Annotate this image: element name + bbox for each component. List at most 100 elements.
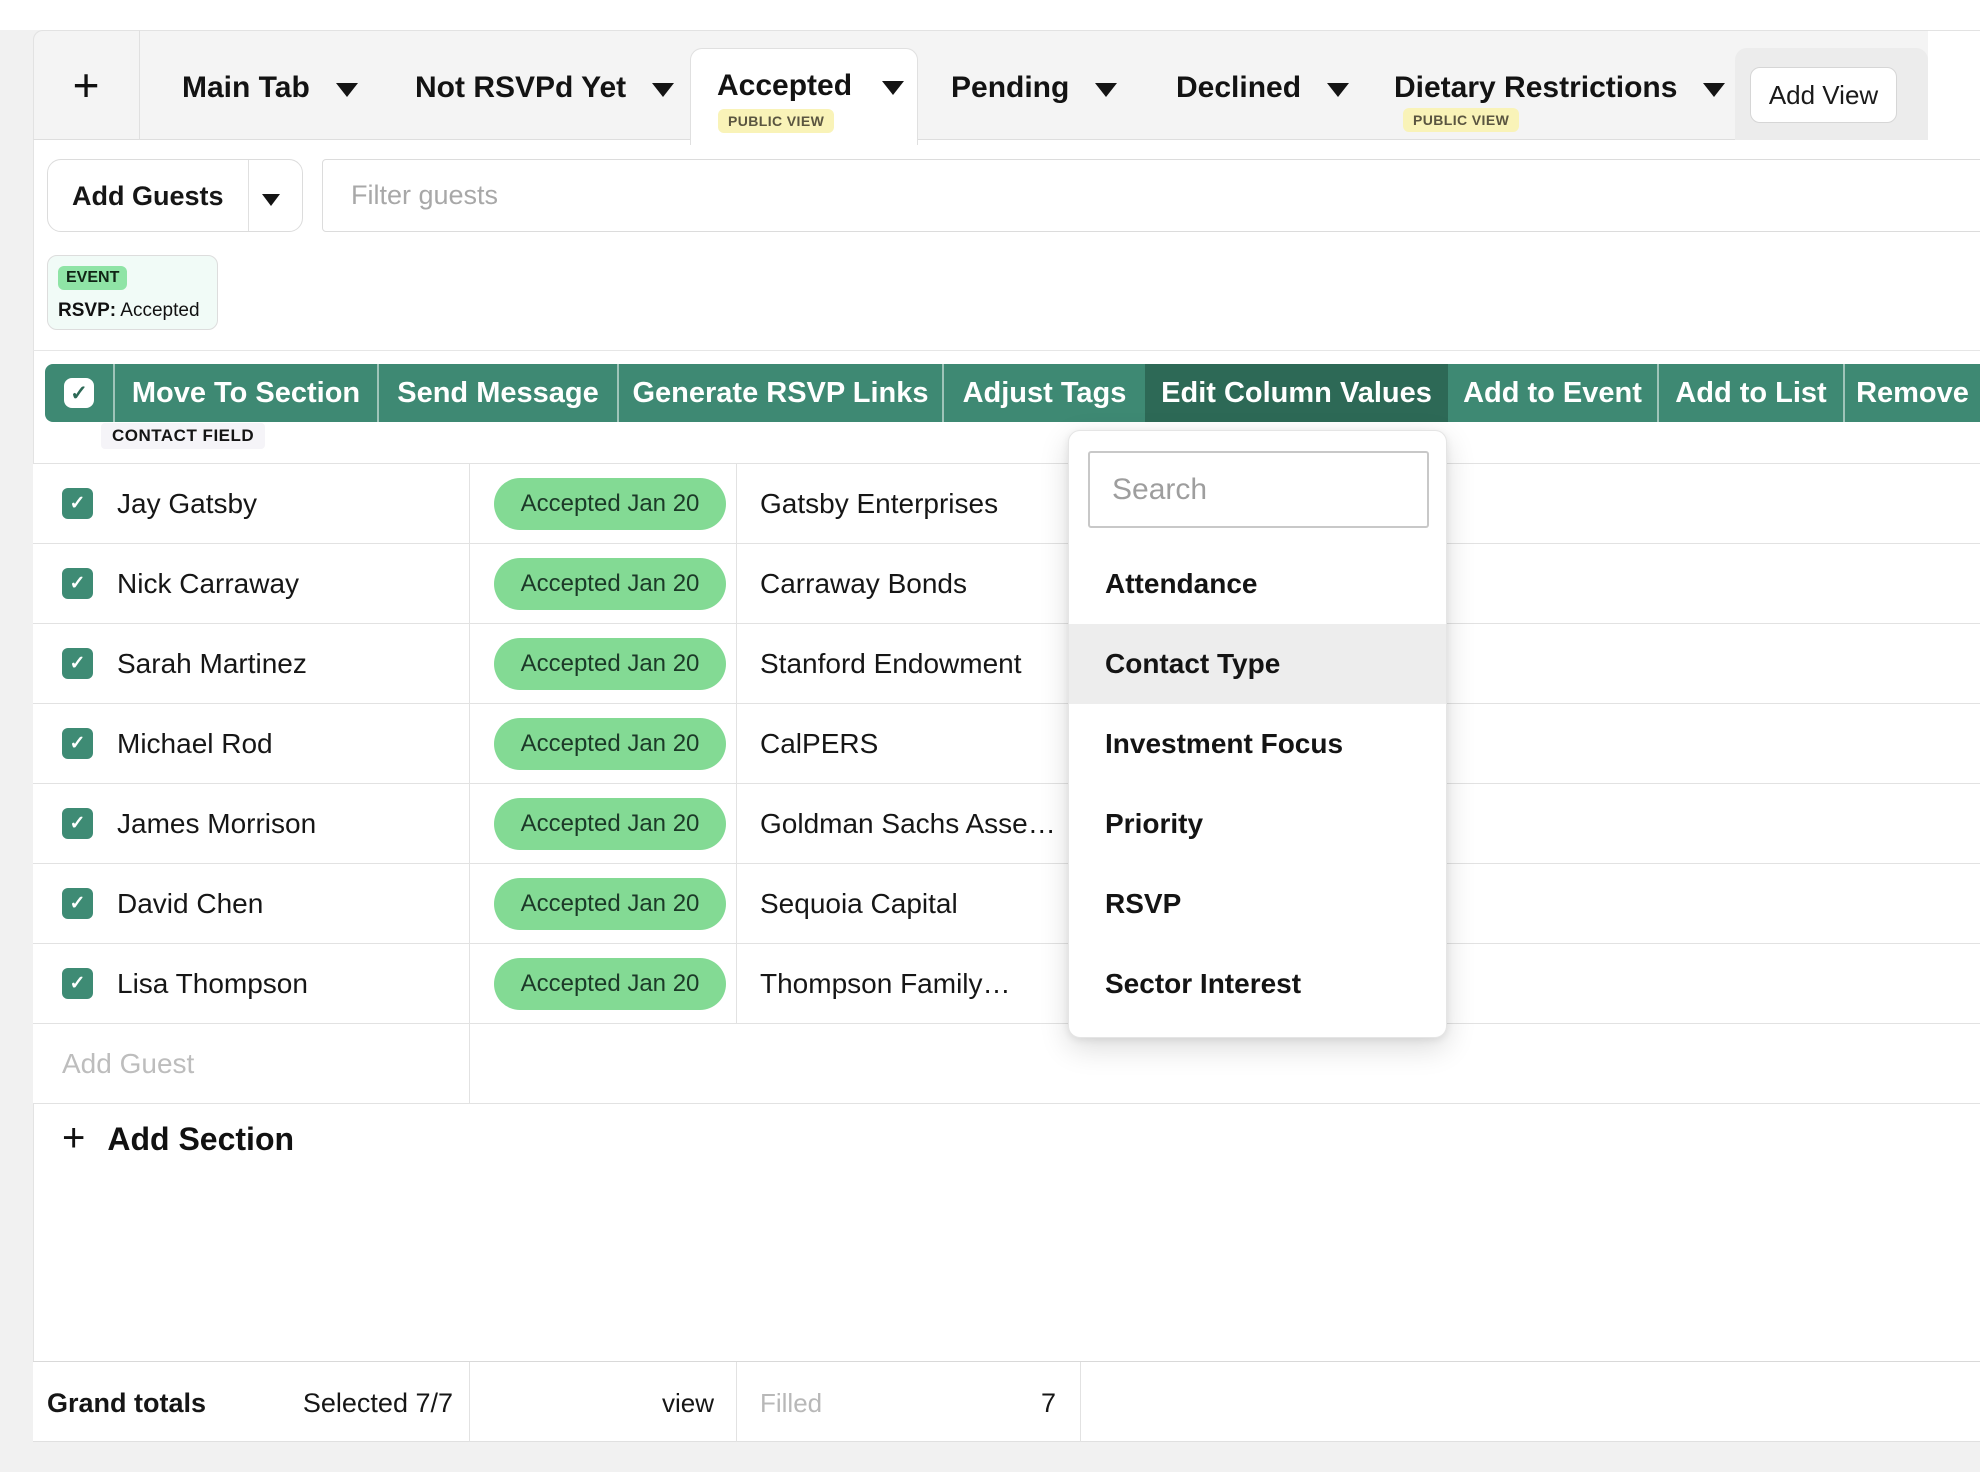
filter-placeholder: Filter guests	[351, 180, 498, 211]
menu-item-rsvp[interactable]: RSVP	[1069, 864, 1446, 944]
row-checkbox-checked[interactable]	[62, 568, 93, 599]
search-placeholder: Search	[1112, 473, 1207, 507]
add-guest-row[interactable]: Add Guest	[33, 1024, 1980, 1104]
add-to-event-button[interactable]: Add to Event	[1448, 364, 1657, 422]
tab-main-tab[interactable]: Main Tab	[182, 68, 358, 108]
contact-field-column-header: CONTACT FIELD	[101, 423, 265, 449]
rsvp-status-pill[interactable]: Accepted Jan 20	[494, 798, 726, 850]
tab-label: Dietary Restrictions	[1394, 71, 1677, 105]
guest-name[interactable]: Lisa Thompson	[117, 968, 308, 1000]
remove-button[interactable]: Remove	[1843, 364, 1980, 422]
guest-company[interactable]: CalPERS	[760, 728, 878, 760]
guest-company[interactable]: Stanford Endowment	[760, 648, 1022, 680]
table-row: James Morrison Accepted Jan 20 Goldman S…	[33, 784, 1980, 864]
view-link[interactable]: view	[533, 1388, 714, 1419]
tab-label: Not RSVPd Yet	[415, 71, 626, 105]
row-checkbox-checked[interactable]	[62, 888, 93, 919]
selected-count: Selected 7/7	[233, 1388, 453, 1419]
filled-value: 7	[933, 1388, 1056, 1419]
chevron-down-icon	[1703, 83, 1725, 97]
chevron-down-icon	[336, 83, 358, 97]
row-checkbox-checked[interactable]	[62, 488, 93, 519]
tab-not-rsvpd-yet[interactable]: Not RSVPd Yet	[415, 68, 674, 108]
guest-company[interactable]: Goldman Sachs Asse…	[760, 808, 1056, 840]
guest-name[interactable]: David Chen	[117, 888, 263, 920]
chevron-down-icon	[1095, 83, 1117, 97]
tab-declined[interactable]: Declined	[1176, 68, 1349, 108]
dropdown-item-list: Attendance Contact Type Investment Focus…	[1069, 544, 1446, 1024]
filter-guests-input[interactable]: Filter guests	[322, 159, 1980, 232]
row-checkbox-checked[interactable]	[62, 728, 93, 759]
send-message-button[interactable]: Send Message	[377, 364, 617, 422]
add-guests-label: Add Guests	[72, 181, 224, 212]
grand-totals-label: Grand totals	[47, 1388, 206, 1419]
column-select-dropdown: Search Attendance Contact Type Investmen…	[1068, 430, 1447, 1038]
chevron-down-icon	[882, 81, 904, 95]
add-guest-placeholder: Add Guest	[62, 1048, 194, 1080]
rsvp-status-pill[interactable]: Accepted Jan 20	[494, 718, 726, 770]
tab-dietary-restrictions[interactable]: Dietary Restrictions	[1394, 68, 1725, 108]
guest-name[interactable]: Nick Carraway	[117, 568, 299, 600]
add-view-panel: Add View	[1735, 48, 1928, 140]
column-divider	[736, 1362, 737, 1442]
tab-accepted-active[interactable]: Accepted PUBLIC VIEW	[690, 48, 918, 145]
public-view-badge: PUBLIC VIEW	[1403, 108, 1519, 132]
adjust-tags-button[interactable]: Adjust Tags	[942, 364, 1145, 422]
dropdown-search-input[interactable]: Search	[1088, 451, 1429, 528]
rsvp-status-pill[interactable]: Accepted Jan 20	[494, 958, 726, 1010]
column-divider	[469, 1362, 470, 1442]
tab-pending[interactable]: Pending	[951, 68, 1117, 108]
column-divider	[736, 463, 737, 1023]
plus-icon: +	[62, 1118, 85, 1158]
menu-item-sector-interest[interactable]: Sector Interest	[1069, 944, 1446, 1024]
menu-item-investment-focus[interactable]: Investment Focus	[1069, 704, 1446, 784]
menu-item-contact-type[interactable]: Contact Type	[1069, 624, 1446, 704]
add-tab-button[interactable]	[33, 30, 140, 140]
tab-label: Declined	[1176, 71, 1301, 105]
row-checkbox-checked[interactable]	[62, 808, 93, 839]
guest-name[interactable]: James Morrison	[117, 808, 316, 840]
select-all-checkbox[interactable]	[64, 378, 94, 408]
rsvp-status-pill[interactable]: Accepted Jan 20	[494, 558, 726, 610]
edit-column-values-button[interactable]: Edit Column Values	[1145, 364, 1448, 422]
add-section-label: Add Section	[107, 1121, 294, 1158]
public-view-badge: PUBLIC VIEW	[718, 109, 834, 133]
section-divider	[33, 350, 1980, 351]
guest-name[interactable]: Sarah Martinez	[117, 648, 307, 680]
guest-company[interactable]: Gatsby Enterprises	[760, 488, 998, 520]
chevron-down-icon[interactable]	[262, 194, 280, 206]
guest-name[interactable]: Jay Gatsby	[117, 488, 257, 520]
generate-rsvp-links-button[interactable]: Generate RSVP Links	[617, 364, 942, 422]
filter-chip-text: RSVP: Accepted	[58, 300, 200, 322]
rsvp-status-pill[interactable]: Accepted Jan 20	[494, 638, 726, 690]
rsvp-status-pill[interactable]: Accepted Jan 20	[494, 478, 726, 530]
table-row: David Chen Accepted Jan 20 Sequoia Capit…	[33, 864, 1980, 944]
tab-label: Accepted	[717, 69, 852, 103]
select-all-cell[interactable]	[45, 364, 113, 422]
menu-item-priority[interactable]: Priority	[1069, 784, 1446, 864]
guest-company[interactable]: Sequoia Capital	[760, 888, 958, 920]
rsvp-filter-chip[interactable]: EVENT RSVP: Accepted	[47, 255, 218, 330]
add-to-list-button[interactable]: Add to List	[1657, 364, 1843, 422]
filled-label: Filled	[760, 1388, 822, 1419]
column-divider	[1080, 1362, 1081, 1442]
guest-name[interactable]: Michael Rod	[117, 728, 273, 760]
rsvp-status-pill[interactable]: Accepted Jan 20	[494, 878, 726, 930]
row-checkbox-checked[interactable]	[62, 648, 93, 679]
move-to-section-button[interactable]: Move To Section	[113, 364, 377, 422]
button-divider	[248, 160, 249, 231]
add-section-button[interactable]: + Add Section	[62, 1121, 294, 1158]
guest-table: Jay Gatsby Accepted Jan 20 Gatsby Enterp…	[33, 463, 1980, 1104]
table-row: Lisa Thompson Accepted Jan 20 Thompson F…	[33, 944, 1980, 1024]
add-view-button[interactable]: Add View	[1750, 67, 1897, 123]
guest-company[interactable]: Carraway Bonds	[760, 568, 967, 600]
column-divider	[469, 463, 470, 1103]
bulk-actions-toolbar: Move To Section Send Message Generate RS…	[45, 364, 1980, 422]
chevron-down-icon	[652, 83, 674, 97]
tab-label: Main Tab	[182, 71, 310, 105]
guest-company[interactable]: Thompson Family…	[760, 968, 1011, 1000]
add-guests-button[interactable]: Add Guests	[47, 159, 303, 232]
event-tag-badge: EVENT	[58, 266, 127, 290]
menu-item-attendance[interactable]: Attendance	[1069, 544, 1446, 624]
row-checkbox-checked[interactable]	[62, 968, 93, 999]
